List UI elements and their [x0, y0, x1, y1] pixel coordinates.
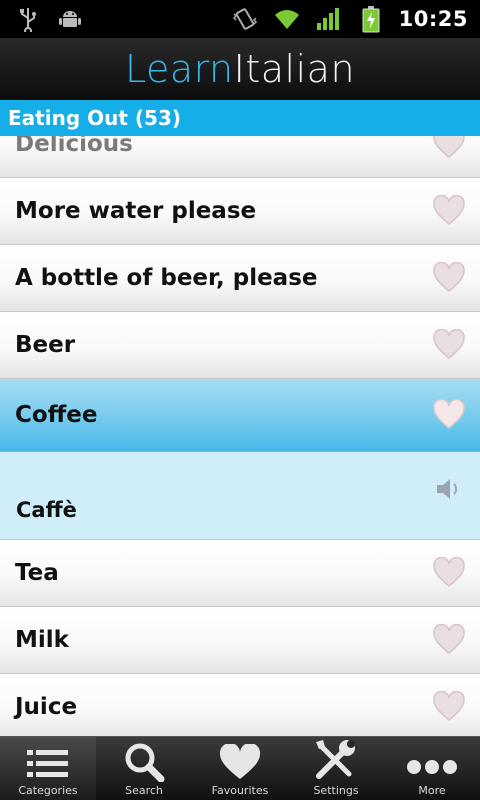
tab-more[interactable]: More [384, 737, 480, 800]
status-time: 10:25 [398, 7, 468, 31]
status-bar: 10:25 [0, 0, 480, 38]
search-icon [125, 743, 165, 782]
phrase-label: Tea [15, 560, 59, 586]
tab-label: More [418, 784, 446, 797]
list-item[interactable]: Milk [0, 607, 480, 674]
phrase-label: More water please [15, 198, 257, 224]
list-item[interactable]: A bottle of beer, please [0, 245, 480, 312]
phrase-label: Coffee [15, 402, 98, 428]
heart-icon [219, 744, 261, 779]
list-item[interactable]: More water please [0, 178, 480, 245]
phrase-list[interactable]: Delicious More water please A bottle of … [0, 136, 480, 736]
heart-icon[interactable] [432, 136, 466, 160]
tab-label: Settings [313, 784, 359, 797]
tab-categories[interactable]: Categories [0, 737, 96, 800]
translation-panel: Caffè [0, 452, 480, 540]
list-item-selected[interactable]: Coffee [0, 379, 480, 452]
heart-icon[interactable] [432, 195, 466, 227]
heart-icon[interactable] [432, 329, 466, 361]
phrase-label: Delicious [15, 136, 133, 157]
speaker-icon[interactable] [434, 474, 464, 504]
translation-text: Caffè [16, 498, 77, 522]
signal-icon [315, 5, 343, 33]
category-count: (53) [134, 106, 182, 130]
tab-search[interactable]: Search [96, 737, 192, 800]
app-header: LearnItalian [0, 38, 480, 100]
heart-icon[interactable] [432, 262, 466, 294]
category-header: Eating Out (53) [0, 100, 480, 136]
wifi-icon [273, 5, 301, 33]
phrase-label: Beer [15, 332, 76, 358]
android-debug-icon [56, 5, 84, 33]
list-icon [27, 750, 68, 777]
tab-settings[interactable]: Settings [288, 737, 384, 800]
heart-icon[interactable] [432, 691, 466, 723]
tab-favourites[interactable]: Favourites [192, 737, 288, 800]
vibrate-icon [231, 5, 259, 33]
heart-icon[interactable] [432, 557, 466, 589]
battery-charging-icon [357, 5, 385, 33]
phrase-label: Juice [15, 694, 78, 720]
bottom-tab-bar: Categories Search Favourites Settings Mo… [0, 736, 480, 800]
tab-label: Favourites [211, 784, 269, 797]
list-item[interactable]: Tea [0, 540, 480, 607]
tab-label: Search [125, 784, 163, 797]
more-dots-icon [407, 760, 457, 774]
app-title-learn: Learn [124, 47, 234, 91]
heart-icon[interactable] [432, 624, 466, 656]
heart-icon[interactable] [432, 399, 466, 431]
list-item[interactable]: Beer [0, 312, 480, 379]
app-title-italian: Italian [233, 47, 356, 91]
app-title: LearnItalian [125, 47, 355, 91]
list-item[interactable]: Delicious [0, 136, 480, 178]
phrase-label: Milk [15, 627, 69, 653]
category-name: Eating Out [8, 106, 128, 130]
list-item[interactable]: Juice [0, 674, 480, 736]
usb-icon [14, 5, 42, 33]
phrase-label: A bottle of beer, please [15, 265, 318, 291]
tab-label: Categories [18, 784, 78, 797]
tools-icon [316, 740, 355, 779]
